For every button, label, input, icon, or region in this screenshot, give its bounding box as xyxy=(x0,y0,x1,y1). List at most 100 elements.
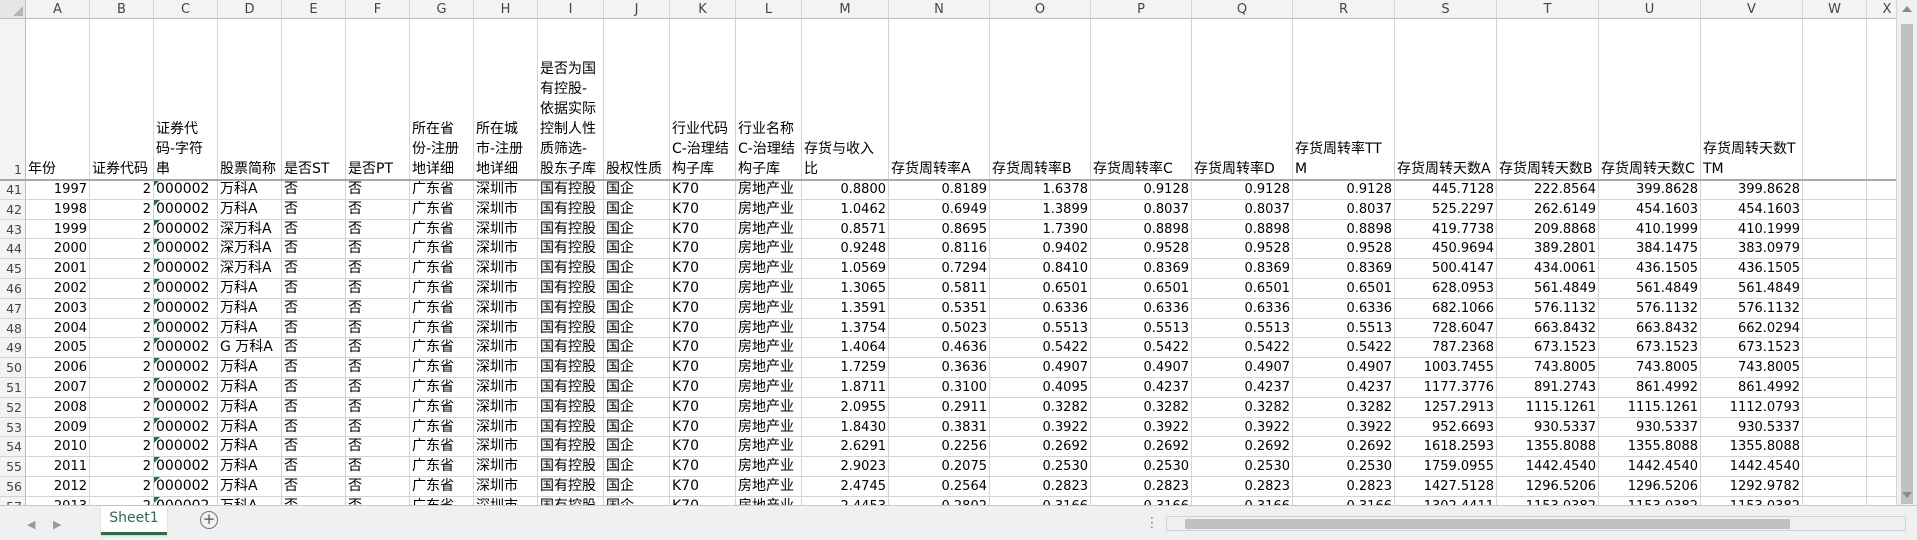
grid-cell-r[interactable]: 0.3922 xyxy=(1293,417,1395,438)
grid-cell-q[interactable]: 0.2692 xyxy=(1192,437,1293,458)
grid-cell-e[interactable]: 否 xyxy=(282,180,346,200)
grid-cell-d[interactable]: 万科A xyxy=(218,437,282,458)
grid-cell-c[interactable]: 000002 xyxy=(154,457,218,477)
grid-cell-t[interactable]: 1153.0382 xyxy=(1497,496,1599,505)
grid-cell-f[interactable]: 否 xyxy=(346,378,410,398)
grid-cell-a[interactable]: 2008 xyxy=(26,397,90,418)
header-cell-j[interactable]: 股权性质 xyxy=(604,19,670,180)
grid-cell-p[interactable]: 0.8898 xyxy=(1091,219,1192,240)
grid-cell-u[interactable]: 410.1999 xyxy=(1599,219,1701,240)
grid-cell-p[interactable]: 0.3282 xyxy=(1091,397,1192,418)
grid-cell-v[interactable]: 662.0294 xyxy=(1701,318,1803,339)
grid-cell-x[interactable] xyxy=(1867,477,1896,497)
sheet-tab-sheet1[interactable]: Sheet1 xyxy=(101,506,167,535)
column-header-m[interactable]: M xyxy=(802,0,889,19)
grid-cell-f[interactable]: 否 xyxy=(346,318,410,339)
grid-cell-w[interactable] xyxy=(1803,457,1867,477)
grid-cell-j[interactable]: 国企 xyxy=(604,378,670,398)
grid-cell-p[interactable]: 0.9528 xyxy=(1091,239,1192,260)
grid-cell-f[interactable]: 否 xyxy=(346,338,410,359)
grid-cell-e[interactable]: 否 xyxy=(282,338,346,359)
grid-cell-n[interactable]: 0.3636 xyxy=(889,358,990,378)
row-header[interactable]: 46 xyxy=(0,279,26,299)
header-cell-i[interactable]: 是否为国有控股-依据实际控制人性质筛选-股东子库 xyxy=(538,19,604,180)
grid-cell-o[interactable]: 0.4095 xyxy=(990,378,1091,398)
grid-cell-l[interactable]: 房地产业 xyxy=(736,298,802,319)
header-cell-m[interactable]: 存货与收入比 xyxy=(802,19,889,180)
column-header-r[interactable]: R xyxy=(1293,0,1395,19)
grid-cell-w[interactable] xyxy=(1803,477,1867,497)
grid-cell-v[interactable]: 1442.4540 xyxy=(1701,457,1803,477)
grid-cell-m[interactable]: 2.4745 xyxy=(802,477,889,497)
grid-cell-j[interactable]: 国企 xyxy=(604,279,670,299)
grid-cell-g[interactable]: 广东省 xyxy=(410,298,474,319)
grid-cell-h[interactable]: 深圳市 xyxy=(474,437,538,458)
grid-cell-e[interactable]: 否 xyxy=(282,457,346,477)
grid-cell-i[interactable]: 国有控股 xyxy=(538,199,604,220)
grid-cell-u[interactable]: 663.8432 xyxy=(1599,318,1701,339)
grid-cell-s[interactable]: 1759.0955 xyxy=(1395,457,1497,477)
grid-cell-x[interactable] xyxy=(1867,220,1896,240)
grid-cell-j[interactable]: 国企 xyxy=(604,457,670,477)
header-cell-b[interactable]: 证券代码 xyxy=(90,19,154,180)
grid-cell-s[interactable]: 1302.4411 xyxy=(1395,496,1497,505)
grid-cell-l[interactable]: 房地产业 xyxy=(736,417,802,438)
grid-cell-f[interactable]: 否 xyxy=(346,180,410,200)
grid-cell-m[interactable]: 1.3065 xyxy=(802,279,889,299)
grid-cell-d[interactable]: 万科A xyxy=(218,298,282,319)
grid-cell-m[interactable]: 1.0462 xyxy=(802,199,889,220)
grid-cell-c[interactable]: 000002 xyxy=(154,199,218,220)
grid-cell-b[interactable]: 2 xyxy=(90,298,154,319)
grid-cell-v[interactable]: 383.0979 xyxy=(1701,239,1803,260)
grid-cell-p[interactable]: 0.3166 xyxy=(1091,496,1192,505)
grid-cell-w[interactable] xyxy=(1803,180,1867,200)
grid-cell-b[interactable]: 2 xyxy=(90,318,154,339)
grid-cell-x[interactable] xyxy=(1867,259,1896,279)
grid-cell-d[interactable]: 万科A xyxy=(218,397,282,418)
header-cell-r[interactable]: 存货周转率TTM xyxy=(1293,19,1395,180)
grid-cell-l[interactable]: 房地产业 xyxy=(736,219,802,240)
grid-cell-t[interactable]: 1355.8088 xyxy=(1497,437,1599,458)
grid-cell-f[interactable]: 否 xyxy=(346,477,410,497)
grid-cell-e[interactable]: 否 xyxy=(282,199,346,220)
grid-cell-l[interactable]: 房地产业 xyxy=(736,496,802,505)
grid-cell-v[interactable]: 1355.8088 xyxy=(1701,437,1803,458)
grid-cell-h[interactable]: 深圳市 xyxy=(474,457,538,477)
grid-cell-t[interactable]: 262.6149 xyxy=(1497,199,1599,220)
grid-cell-f[interactable]: 否 xyxy=(346,279,410,299)
grid-cell-n[interactable]: 0.3831 xyxy=(889,417,990,438)
grid-cell-m[interactable]: 0.8800 xyxy=(802,180,889,200)
grid-cell-q[interactable]: 0.3282 xyxy=(1192,397,1293,418)
grid-cell-l[interactable]: 房地产业 xyxy=(736,180,802,200)
grid-cell-e[interactable]: 否 xyxy=(282,239,346,260)
grid-cell-u[interactable]: 1296.5206 xyxy=(1599,477,1701,497)
grid-cell-e[interactable]: 否 xyxy=(282,397,346,418)
grid-cell-c[interactable]: 000002 xyxy=(154,259,218,279)
grid-cell-c[interactable]: 000002 xyxy=(154,378,218,398)
grid-cell-a[interactable]: 2006 xyxy=(26,358,90,378)
grid-cell-r[interactable]: 0.5422 xyxy=(1293,338,1395,359)
header-cell-e[interactable]: 是否ST xyxy=(282,19,346,180)
column-header-l[interactable]: L xyxy=(736,0,802,19)
grid-cell-n[interactable]: 0.5351 xyxy=(889,298,990,319)
grid-cell-r[interactable]: 0.2530 xyxy=(1293,457,1395,477)
grid-cell-g[interactable]: 广东省 xyxy=(410,279,474,299)
vertical-scroll-thumb[interactable] xyxy=(1901,24,1913,504)
grid-cell-x[interactable] xyxy=(1867,338,1896,359)
grid-cell-t[interactable]: 673.1523 xyxy=(1497,338,1599,359)
grid-cell-p[interactable]: 0.3922 xyxy=(1091,417,1192,438)
grid-cell-i[interactable]: 国有控股 xyxy=(538,477,604,497)
grid-cell-s[interactable]: 500.4147 xyxy=(1395,259,1497,279)
grid-cell-m[interactable]: 1.3754 xyxy=(802,318,889,339)
grid-cell-f[interactable]: 否 xyxy=(346,358,410,378)
grid-cell-b[interactable]: 2 xyxy=(90,457,154,477)
grid-cell-u[interactable]: 743.8005 xyxy=(1599,358,1701,378)
grid-cell-u[interactable]: 561.4849 xyxy=(1599,279,1701,299)
grid-cell-b[interactable]: 2 xyxy=(90,219,154,240)
grid-cell-g[interactable]: 广东省 xyxy=(410,457,474,477)
grid-cell-e[interactable]: 否 xyxy=(282,417,346,438)
row-header[interactable]: 49 xyxy=(0,338,26,359)
grid-cell-o[interactable]: 0.4907 xyxy=(990,358,1091,378)
grid-cell-l[interactable]: 房地产业 xyxy=(736,378,802,398)
grid-cell-r[interactable]: 0.8898 xyxy=(1293,219,1395,240)
